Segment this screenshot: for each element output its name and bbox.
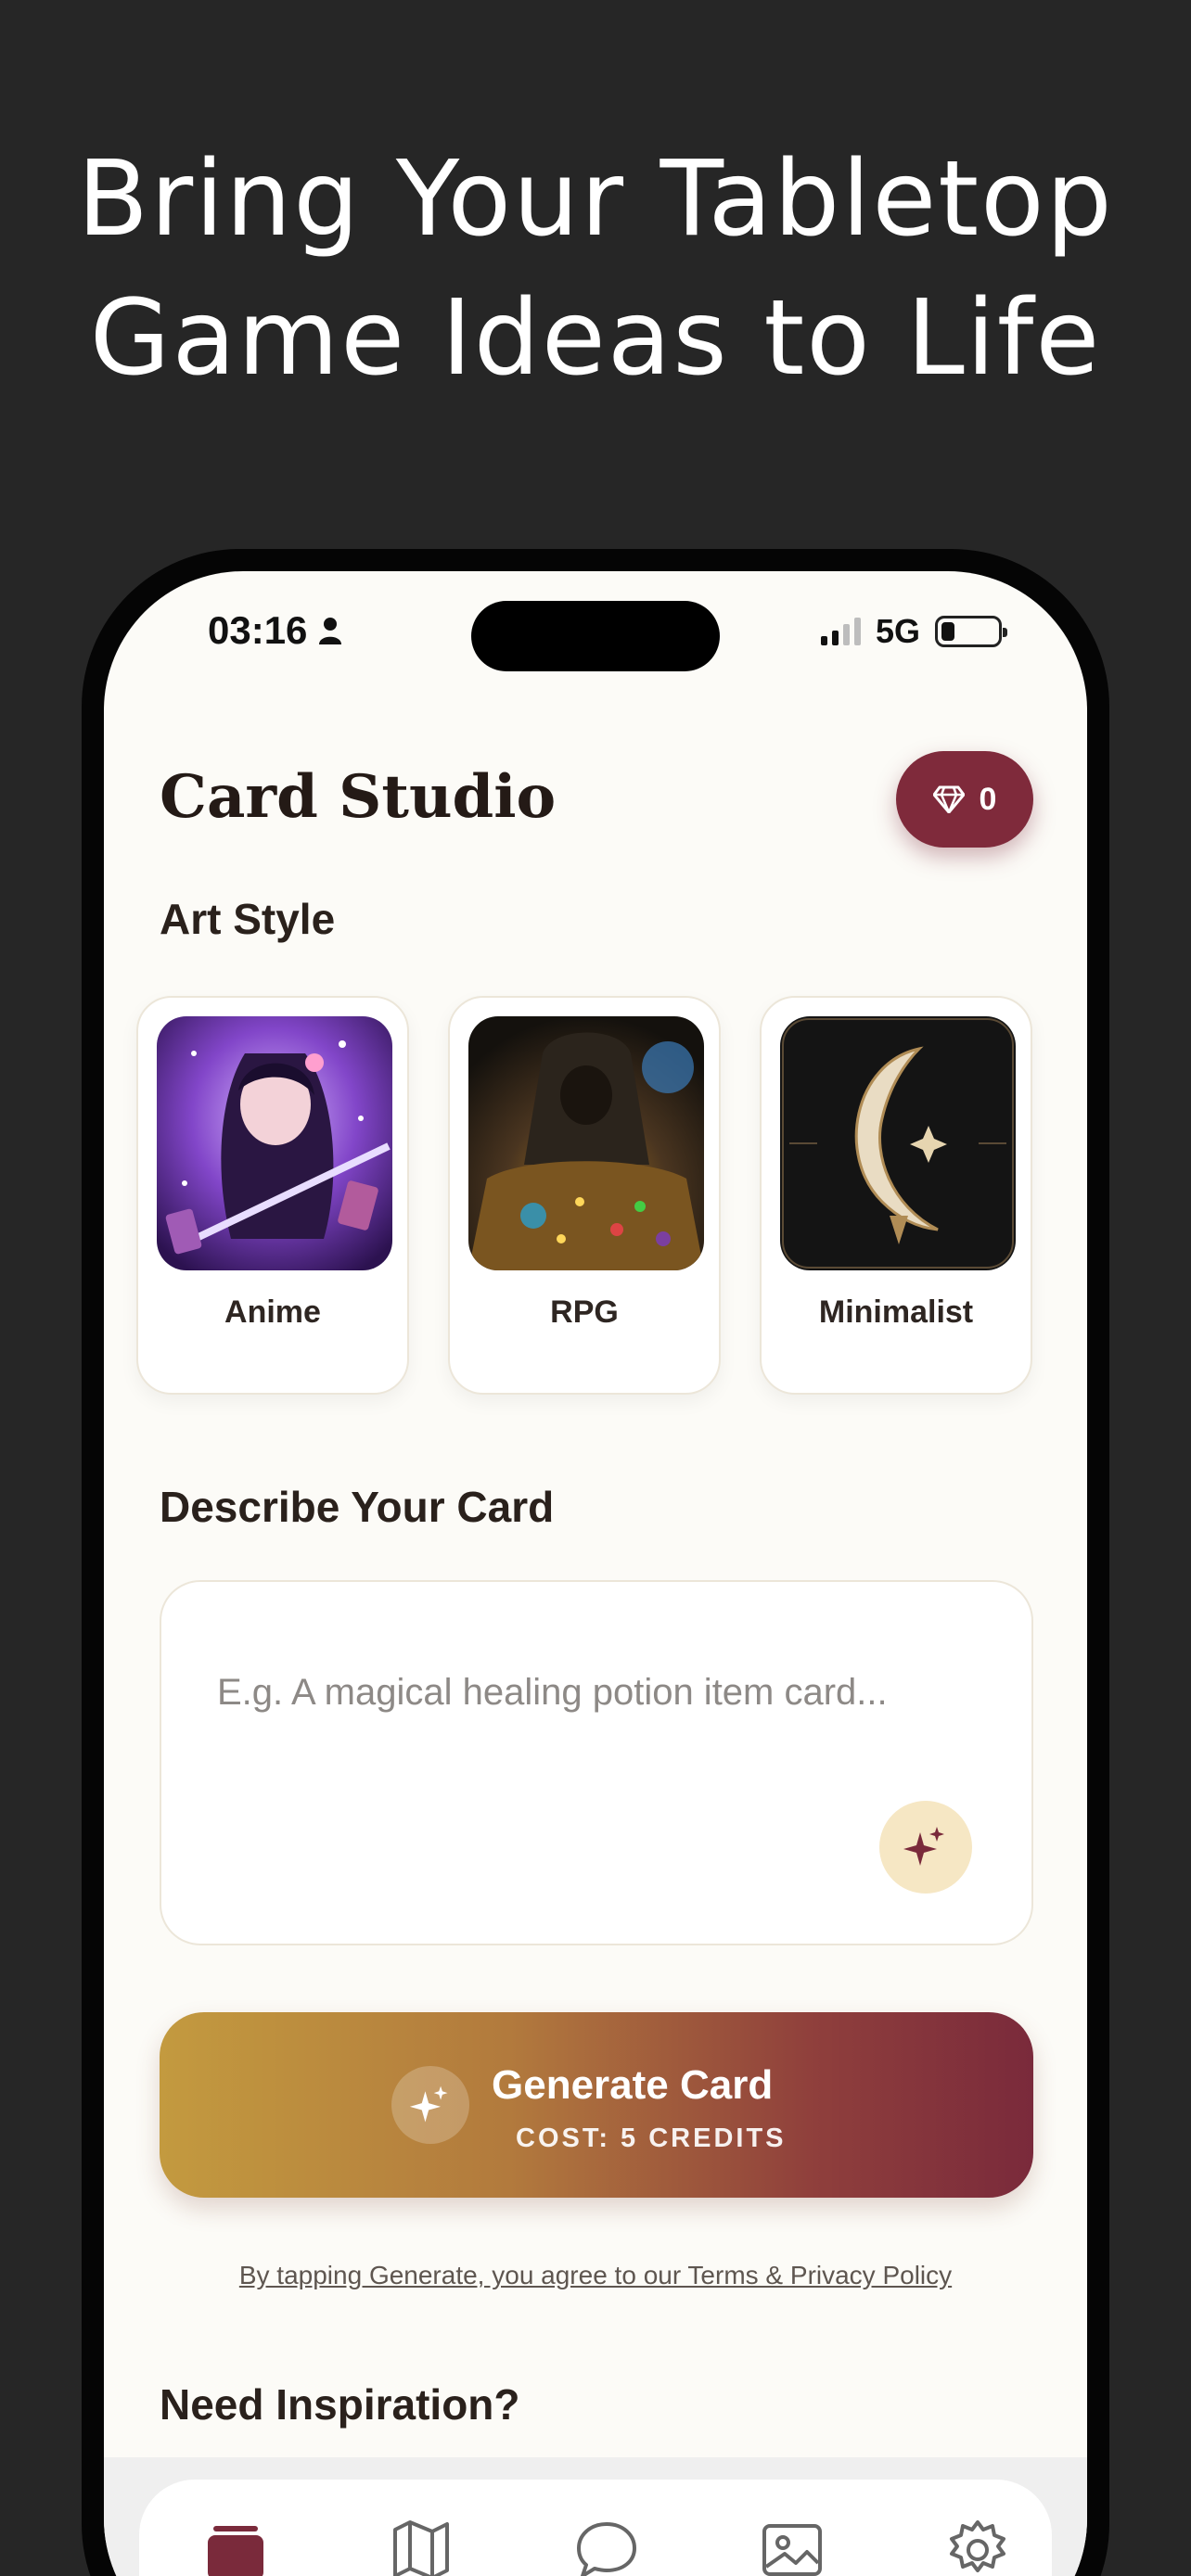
style-option-label: Minimalist: [818, 1294, 974, 1330]
art-style-title: Art Style: [160, 895, 336, 943]
page-title: Card Studio: [160, 762, 557, 832]
card-description-input[interactable]: E.g. A magical healing potion item card.…: [160, 1580, 1033, 1945]
generate-card-button[interactable]: Generate Card COST: 5 CREDITS: [160, 2012, 1033, 2198]
style-option-label: RPG: [550, 1294, 619, 1330]
terms-link[interactable]: By tapping Generate, you agree to our Te…: [104, 2261, 1087, 2290]
style-option-anime[interactable]: Anime: [136, 996, 409, 1395]
credits-count: 0: [979, 781, 997, 817]
dynamic-island: [471, 601, 720, 671]
tab-chat[interactable]: [570, 2513, 644, 2576]
signal-icon: [820, 618, 861, 645]
tab-cards[interactable]: [198, 2513, 273, 2576]
sparkles-icon: [391, 2066, 469, 2144]
battery-icon: [935, 616, 1007, 647]
style-option-label: Anime: [224, 1294, 321, 1330]
generate-label: Generate Card: [492, 2062, 774, 2108]
chat-icon: [577, 2522, 636, 2576]
minimalist-thumbnail: [780, 1016, 1016, 1270]
style-option-minimalist[interactable]: Minimalist: [760, 996, 1032, 1395]
gallery-icon: [762, 2524, 822, 2576]
generate-cost: COST: 5 CREDITS: [516, 2123, 787, 2153]
describe-title: Describe Your Card: [160, 1483, 555, 1531]
anime-thumbnail: [157, 1016, 392, 1270]
promo-headline: Bring Your Tabletop Game Ideas to Life: [0, 130, 1191, 408]
inspiration-title: Need Inspiration?: [160, 2380, 520, 2429]
promo-headline-line2: Game Ideas to Life: [89, 278, 1102, 399]
style-option-rpg[interactable]: RPG: [448, 996, 721, 1395]
tab-map[interactable]: [384, 2513, 458, 2576]
network-label: 5G: [875, 612, 920, 650]
settings-icon: [950, 2520, 1005, 2572]
promo-headline-line1: Bring Your Tabletop: [77, 139, 1114, 260]
phone-screen: 03:16 5G Card Studio 0 Art Style Anime R…: [104, 571, 1087, 2576]
status-indicators: 5G: [820, 612, 1007, 651]
tab-gallery[interactable]: [755, 2513, 829, 2576]
gem-icon: [932, 785, 965, 813]
status-time: 03:16: [208, 608, 342, 653]
person-icon: [319, 618, 342, 644]
cards-icon: [208, 2526, 263, 2576]
status-time-text: 03:16: [208, 608, 308, 652]
tab-settings[interactable]: [941, 2513, 1015, 2576]
credits-button[interactable]: 0: [896, 751, 1033, 848]
description-placeholder: E.g. A magical healing potion item card.…: [217, 1672, 888, 1713]
sparkles-icon: [903, 1827, 944, 1866]
rpg-thumbnail: [468, 1016, 704, 1270]
enhance-prompt-button[interactable]: [879, 1801, 972, 1894]
tab-bar: [139, 2480, 1052, 2576]
map-icon: [393, 2520, 449, 2576]
